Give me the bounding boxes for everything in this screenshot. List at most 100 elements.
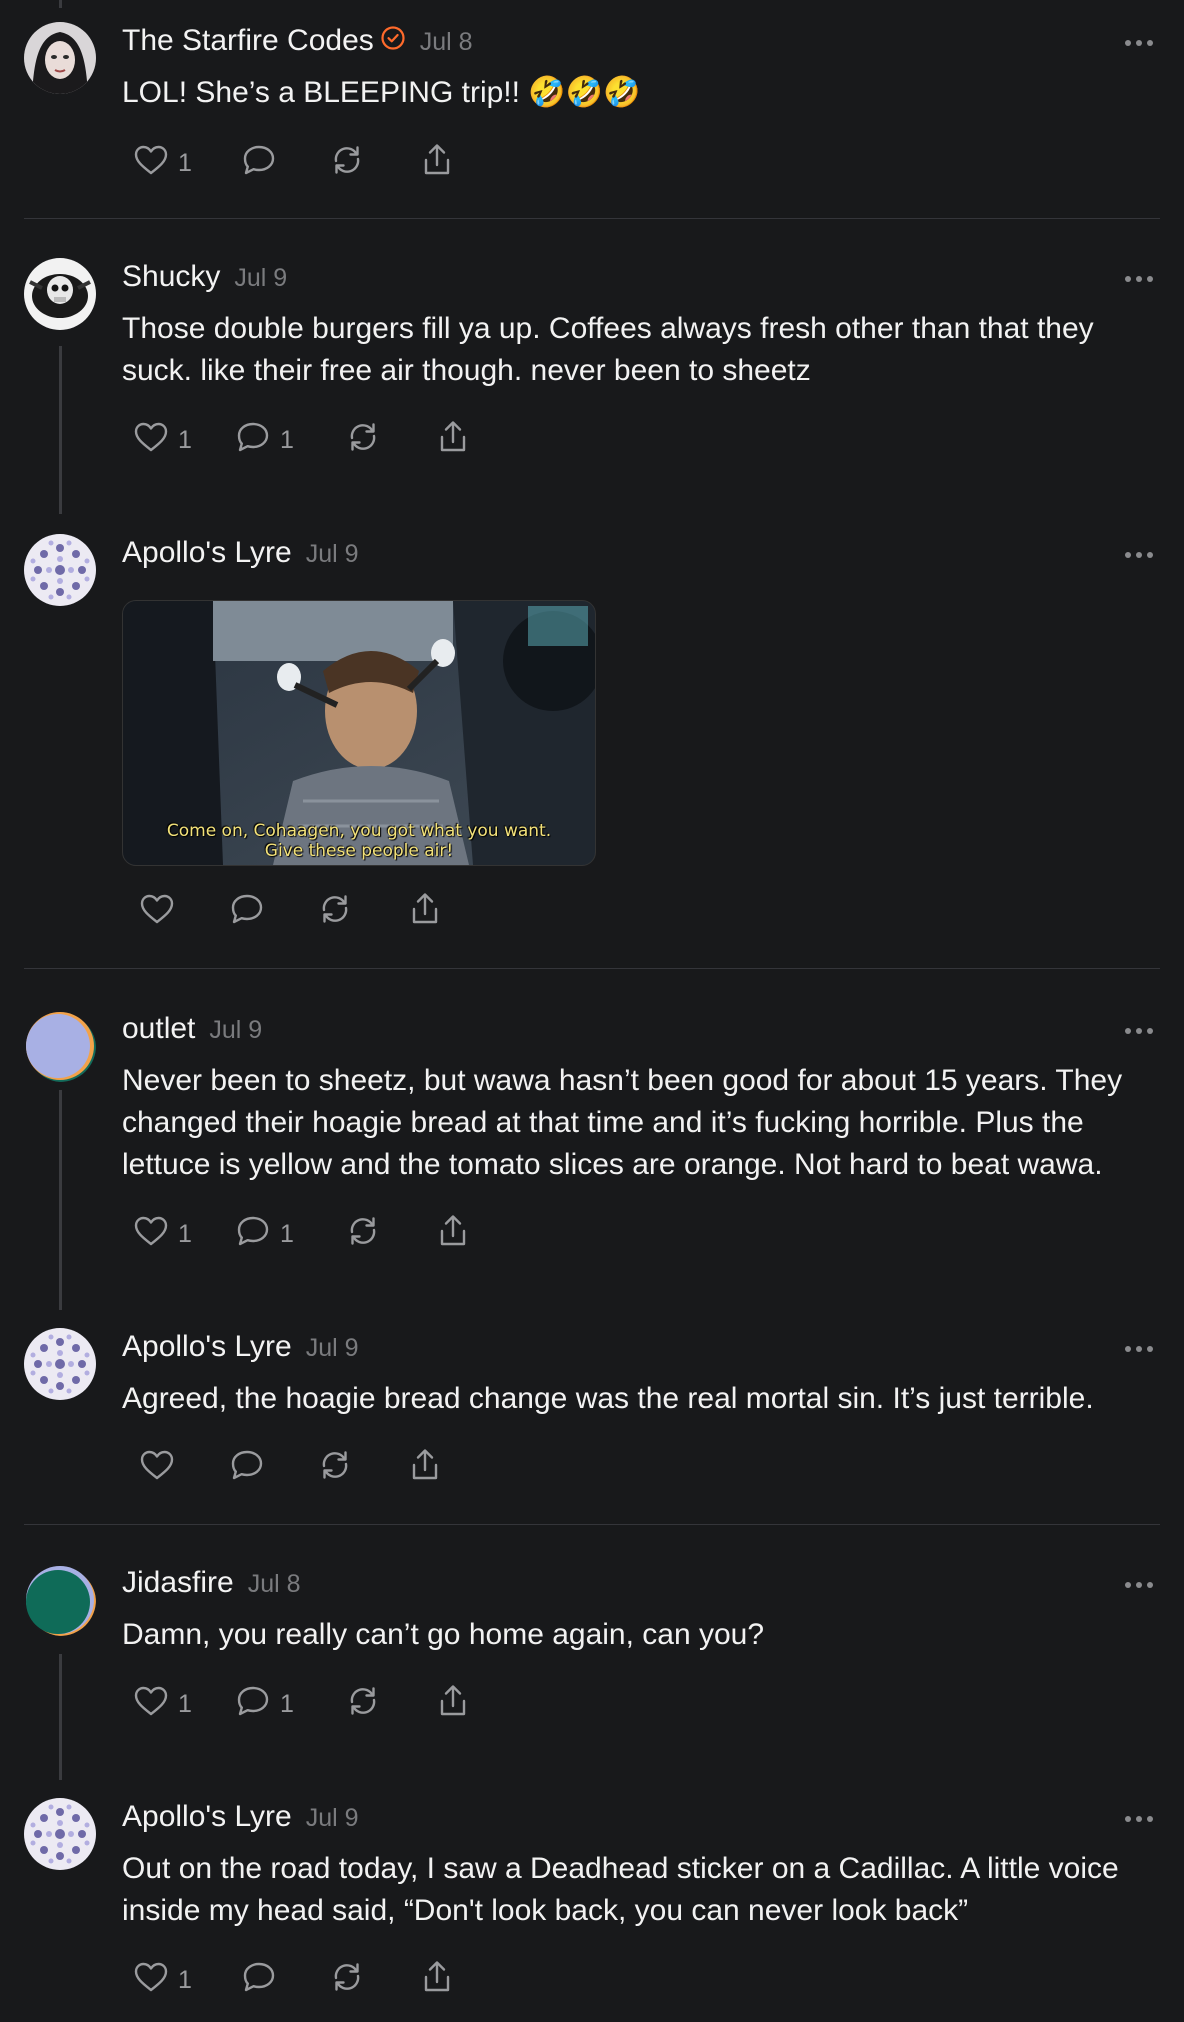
like-button[interactable]: 1 — [132, 143, 192, 183]
share-button[interactable] — [434, 420, 472, 460]
post-date[interactable]: Jul 9 — [234, 264, 287, 292]
post-date[interactable]: Jul 9 — [306, 1804, 359, 1832]
heart-icon — [132, 1958, 170, 2003]
avatar[interactable] — [24, 1010, 96, 1082]
avatar[interactable] — [24, 1798, 96, 1870]
like-count: 1 — [178, 425, 192, 454]
reply-button[interactable] — [228, 892, 266, 932]
heart-icon — [138, 890, 176, 935]
author-name[interactable]: outlet Jul 9 — [122, 1012, 262, 1046]
post-text: Damn, you really can’t go home again, ca… — [122, 1618, 765, 1651]
author-name-label: Shucky — [122, 260, 221, 293]
reply-count: 1 — [280, 1689, 294, 1718]
share-button[interactable] — [434, 1684, 472, 1724]
repost-button[interactable] — [316, 1448, 354, 1488]
share-button[interactable] — [434, 1214, 472, 1254]
verified-badge-icon — [380, 25, 406, 59]
post-date[interactable]: Jul 9 — [306, 1334, 359, 1362]
repost-button[interactable] — [328, 1960, 366, 2000]
reply-count: 1 — [280, 1219, 294, 1248]
like-button[interactable]: 1 — [132, 1960, 192, 2000]
comment-icon — [228, 1446, 266, 1491]
author-name[interactable]: Apollo's Lyre Jul 9 — [122, 1800, 359, 1834]
repost-button[interactable] — [344, 420, 382, 460]
reply-count: 1 — [280, 425, 294, 454]
author-name[interactable]: The Starfire Codes Jul 8 — [122, 24, 473, 59]
like-button[interactable]: 1 — [132, 1684, 192, 1724]
reply-button[interactable]: 1 — [234, 420, 294, 460]
share-button[interactable] — [418, 1960, 456, 2000]
comment-icon — [234, 1212, 272, 1257]
repost-button[interactable] — [328, 143, 366, 183]
more-options-icon[interactable] — [1124, 1024, 1154, 1038]
reply-button[interactable] — [228, 1448, 266, 1488]
thread-line — [59, 1090, 62, 1310]
repost-button[interactable] — [316, 892, 354, 932]
heart-icon — [132, 418, 170, 463]
gif-image[interactable]: Come on, Cohaagen, you got what you want… — [122, 600, 596, 866]
heart-icon — [132, 141, 170, 186]
gif-caption: Give these people air! — [264, 841, 454, 861]
reply-button[interactable] — [240, 1960, 278, 2000]
more-options-icon[interactable] — [1124, 272, 1154, 286]
share-button[interactable] — [406, 1448, 444, 1488]
like-count: 1 — [178, 1219, 192, 1248]
share-icon — [434, 1212, 472, 1257]
share-icon — [406, 890, 444, 935]
like-button[interactable]: 1 — [132, 420, 192, 460]
post-date[interactable]: Jul 9 — [306, 540, 359, 568]
avatar[interactable] — [24, 1328, 96, 1400]
divider — [24, 1524, 1160, 1525]
reply-button[interactable]: 1 — [234, 1684, 294, 1724]
repost-icon — [316, 890, 354, 935]
comment-icon — [240, 141, 278, 186]
thread-line — [59, 1654, 62, 1780]
repost-icon — [328, 1958, 366, 2003]
share-icon — [434, 418, 472, 463]
author-name[interactable]: Apollo's Lyre Jul 9 — [122, 536, 359, 570]
more-options-icon[interactable] — [1124, 1342, 1154, 1356]
more-options-icon[interactable] — [1124, 548, 1154, 562]
avatar[interactable] — [24, 258, 96, 330]
more-options-icon[interactable] — [1124, 1578, 1154, 1592]
heart-icon — [132, 1682, 170, 1727]
author-name-label: Apollo's Lyre — [122, 1800, 292, 1833]
share-button[interactable] — [406, 892, 444, 932]
avatar[interactable] — [24, 22, 96, 94]
thread-line — [59, 0, 62, 8]
repost-button[interactable] — [344, 1214, 382, 1254]
share-icon — [406, 1446, 444, 1491]
share-icon — [434, 1682, 472, 1727]
more-options-icon[interactable] — [1124, 1812, 1154, 1826]
author-name-label: Apollo's Lyre — [122, 536, 292, 569]
repost-icon — [328, 141, 366, 186]
author-name[interactable]: Jidasfire Jul 8 — [122, 1566, 301, 1600]
like-button[interactable]: 1 — [132, 1214, 192, 1254]
divider — [24, 218, 1160, 219]
post-text: Those double burgers fill ya up. Coffees… — [122, 312, 1094, 387]
like-count: 1 — [178, 1965, 192, 1994]
post-date[interactable]: Jul 9 — [209, 1016, 262, 1044]
repost-button[interactable] — [344, 1684, 382, 1724]
more-options-icon[interactable] — [1124, 36, 1154, 50]
author-name[interactable]: Apollo's Lyre Jul 9 — [122, 1330, 359, 1364]
post-date[interactable]: Jul 8 — [420, 28, 473, 56]
gif-caption: Come on, Cohaagen, you got what you want… — [166, 821, 552, 841]
share-button[interactable] — [418, 143, 456, 183]
like-button[interactable] — [138, 1448, 176, 1488]
divider — [24, 968, 1160, 969]
author-name-label: Jidasfire — [122, 1566, 234, 1599]
share-icon — [418, 1958, 456, 2003]
repost-icon — [344, 418, 382, 463]
heart-icon — [138, 1446, 176, 1491]
author-name[interactable]: Shucky Jul 9 — [122, 260, 287, 294]
post-date[interactable]: Jul 8 — [248, 1570, 301, 1598]
author-name-label: Apollo's Lyre — [122, 1330, 292, 1363]
avatar[interactable] — [24, 1564, 96, 1636]
reply-button[interactable] — [240, 143, 278, 183]
repost-icon — [344, 1682, 382, 1727]
reply-button[interactable]: 1 — [234, 1214, 294, 1254]
avatar[interactable] — [24, 534, 96, 606]
like-button[interactable] — [138, 892, 176, 932]
author-name-label: outlet — [122, 1012, 196, 1045]
